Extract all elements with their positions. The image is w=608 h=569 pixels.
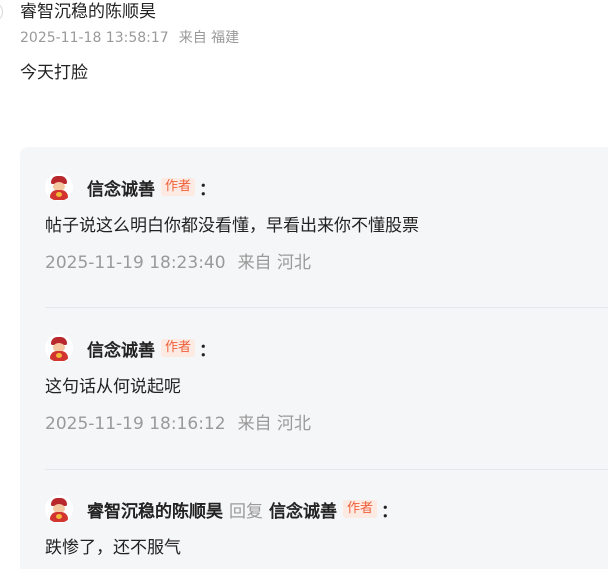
comment-text: 今天打脸 — [20, 63, 88, 83]
reply-author-name[interactable]: 信念诚善 — [87, 175, 155, 200]
reply-text: 跌惨了，还不服气 — [45, 538, 181, 558]
reply-timestamp: 2025-11-19 18:16:12 — [45, 414, 226, 434]
main-comment: 睿智沉稳的陈顺昊 2025-11-18 13:58:17 来自 福建 今天打脸 — [20, 0, 608, 85]
reply-location: 来自 河北 — [237, 414, 311, 434]
reply-divider — [45, 469, 608, 470]
reply-meta: 2025-11-19 18:16:12 来自 河北 — [45, 413, 608, 435]
author-badge: 作者 — [343, 500, 378, 518]
reply-word: 回复 — [229, 501, 263, 522]
colon: ： — [381, 501, 399, 522]
avatar-gold-ingot-shape — [56, 353, 62, 358]
colon: ： — [199, 179, 217, 200]
comment-timestamp: 2025-11-18 13:58:17 — [20, 30, 169, 46]
reply-item: 信念诚善 作者 ： 帖子说这么明白你都没看懂，早看出来你不懂股票 2025-11… — [45, 172, 608, 274]
reply-header: 信念诚善 作者 ： — [45, 333, 608, 363]
reply-text: 这句话从何说起呢 — [45, 377, 181, 397]
reply-location: 来自 河北 — [237, 253, 311, 273]
reply-header: 信念诚善 作者 ： — [45, 172, 608, 202]
reply-meta: 2025-11-19 18:23:40 来自 河北 — [45, 252, 608, 274]
colon: ： — [199, 340, 217, 361]
avatar-gold-ingot-shape — [56, 514, 62, 519]
avatar-edge — [0, 4, 3, 20]
author-badge: 作者 — [161, 178, 196, 196]
reply-item: 睿智沉稳的陈顺昊 回复 信念诚善 作者 ： 跌惨了，还不服气 — [45, 494, 608, 560]
avatar[interactable] — [45, 495, 73, 523]
reply-header: 睿智沉稳的陈顺昊 回复 信念诚善 作者 ： — [45, 494, 608, 524]
reply-author-name[interactable]: 信念诚善 — [87, 336, 155, 361]
replies-panel: 信念诚善 作者 ： 帖子说这么明白你都没看懂，早看出来你不懂股票 2025-11… — [20, 147, 608, 569]
avatar-gold-ingot-shape — [56, 192, 62, 197]
comment-meta: 2025-11-18 13:58:17 来自 福建 — [20, 29, 608, 47]
author-badge: 作者 — [161, 339, 196, 357]
comment-thread: 睿智沉稳的陈顺昊 2025-11-18 13:58:17 来自 福建 今天打脸 信… — [0, 0, 608, 569]
avatar[interactable] — [45, 334, 73, 362]
comment-location: 来自 福建 — [178, 30, 240, 46]
reply-text: 帖子说这么明白你都没看懂，早看出来你不懂股票 — [45, 216, 419, 236]
reply-divider — [45, 307, 608, 308]
reply-item: 信念诚善 作者 ： 这句话从何说起呢 2025-11-19 18:16:12 来自… — [45, 333, 608, 435]
reply-author-name[interactable]: 睿智沉稳的陈顺昊 — [87, 497, 223, 522]
avatar[interactable] — [45, 173, 73, 201]
reply-target-name[interactable]: 信念诚善 — [269, 497, 337, 522]
comment-author-name[interactable]: 睿智沉稳的陈顺昊 — [20, 0, 608, 24]
reply-timestamp: 2025-11-19 18:23:40 — [45, 253, 226, 273]
